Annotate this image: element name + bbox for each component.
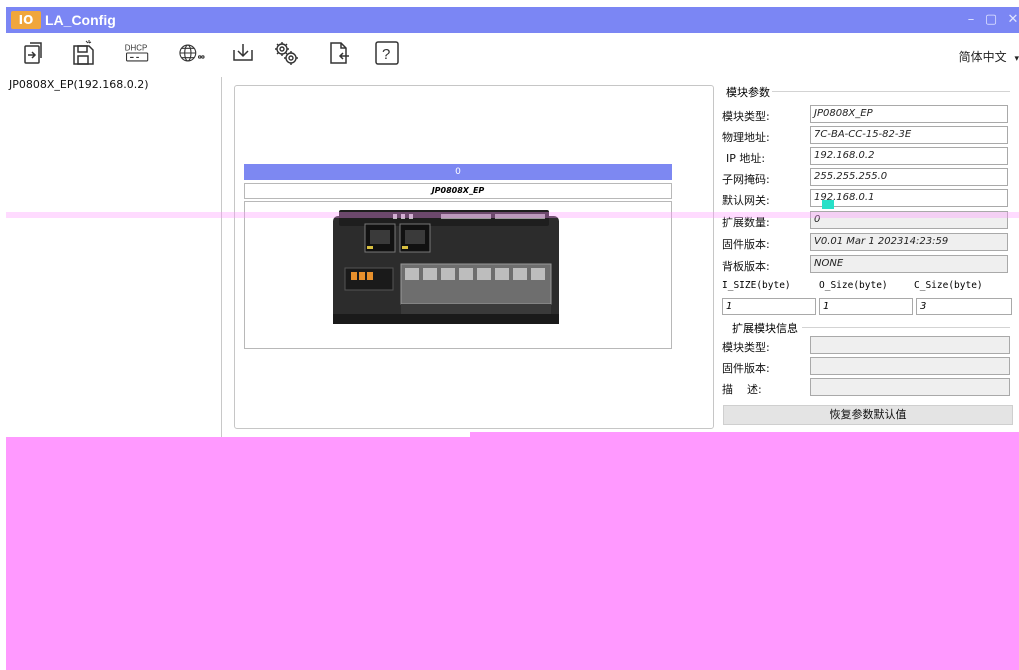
- app-logo-icon: IO: [11, 11, 41, 29]
- glitch-overlay: [6, 437, 1019, 670]
- field-c-size: 3: [916, 298, 1012, 315]
- restore-defaults-button[interactable]: 恢复参数默认值: [723, 405, 1013, 425]
- settings-gears-icon[interactable]: [271, 38, 301, 68]
- module-image-frame: [244, 201, 672, 349]
- field-ext-description: [810, 378, 1010, 396]
- toolbar: DHCP ? 简体中文 ▾: [6, 33, 1019, 77]
- download-icon[interactable]: [228, 38, 258, 68]
- field-ext-firmware: [810, 357, 1010, 375]
- label-firmware: 固件版本:: [722, 238, 770, 251]
- label-o-size: O_Size(byte): [819, 280, 888, 291]
- label-ext-module-type: 模块类型:: [722, 341, 770, 354]
- glitch-band: [6, 212, 1019, 218]
- close-button[interactable]: ✕: [1004, 10, 1019, 30]
- ext-group-title: 扩展模块信息: [730, 320, 800, 336]
- ext-group-divider: [802, 327, 1010, 328]
- module-params-panel: 模块参数 模块类型: JP0808X_EP 物理地址: 7C-BA-CC-15-…: [716, 80, 1019, 440]
- field-module-type[interactable]: JP0808X_EP: [810, 105, 1008, 123]
- title-bar: IO LA_Config – ▢ ✕: [6, 7, 1019, 33]
- svg-text:DHCP: DHCP: [125, 43, 148, 52]
- module-device-image: [333, 210, 559, 324]
- label-ip-address: IP 地址:: [726, 152, 766, 165]
- field-i-size: 1: [722, 298, 816, 315]
- slot-module-name: JP0808X_EP: [244, 183, 672, 199]
- glitch-strip: [470, 432, 1019, 440]
- device-tree: JP0808X_EP(192.168.0.2): [6, 77, 222, 437]
- dhcp-icon[interactable]: DHCP: [123, 38, 157, 68]
- field-o-size: 1: [819, 298, 913, 315]
- label-c-size: C_Size(byte): [914, 280, 983, 291]
- open-file-icon[interactable]: [18, 38, 48, 68]
- app-title: LA_Config: [45, 12, 116, 28]
- tree-item-device[interactable]: JP0808X_EP(192.168.0.2): [9, 78, 149, 91]
- field-subnet-mask[interactable]: 255.255.255.0: [810, 168, 1008, 186]
- svg-text:?: ?: [382, 46, 390, 63]
- label-mac-address: 物理地址:: [722, 131, 770, 144]
- label-gateway: 默认网关:: [722, 194, 770, 207]
- slot-index-bar[interactable]: 0: [244, 164, 672, 180]
- field-firmware: V0.01 Mar 1 202314:23:59: [810, 233, 1008, 251]
- group-divider: [770, 91, 1010, 92]
- language-select[interactable]: 简体中文 ▾: [959, 48, 1019, 65]
- field-ext-module-type: [810, 336, 1010, 354]
- chevron-down-icon: ▾: [1014, 54, 1019, 64]
- module-graphic-panel: 0 JP0808X_EP: [234, 85, 714, 429]
- language-select-value: 简体中文: [958, 50, 1007, 64]
- field-backplane: NONE: [810, 255, 1008, 273]
- label-module-type: 模块类型:: [722, 110, 770, 123]
- params-group-title: 模块参数: [724, 84, 772, 100]
- export-file-icon[interactable]: [324, 38, 354, 68]
- field-mac-address[interactable]: 7C-BA-CC-15-82-3E: [810, 126, 1008, 144]
- network-scan-icon[interactable]: [176, 38, 214, 68]
- glitch-dot: [822, 200, 834, 209]
- label-ext-description: 描 述:: [722, 383, 762, 396]
- field-gateway[interactable]: 192.168.0.1: [810, 189, 1008, 207]
- label-ext-firmware: 固件版本:: [722, 362, 770, 375]
- minimize-button[interactable]: –: [962, 10, 980, 30]
- save-icon[interactable]: [68, 38, 98, 68]
- field-ip-address[interactable]: 192.168.0.2: [810, 147, 1008, 165]
- label-backplane: 背板版本:: [722, 260, 770, 273]
- label-i-size: I_SIZE(byte): [722, 280, 791, 291]
- help-icon[interactable]: ?: [372, 38, 402, 68]
- label-subnet-mask: 子网掩码:: [722, 173, 770, 186]
- maximize-button[interactable]: ▢: [982, 10, 1000, 30]
